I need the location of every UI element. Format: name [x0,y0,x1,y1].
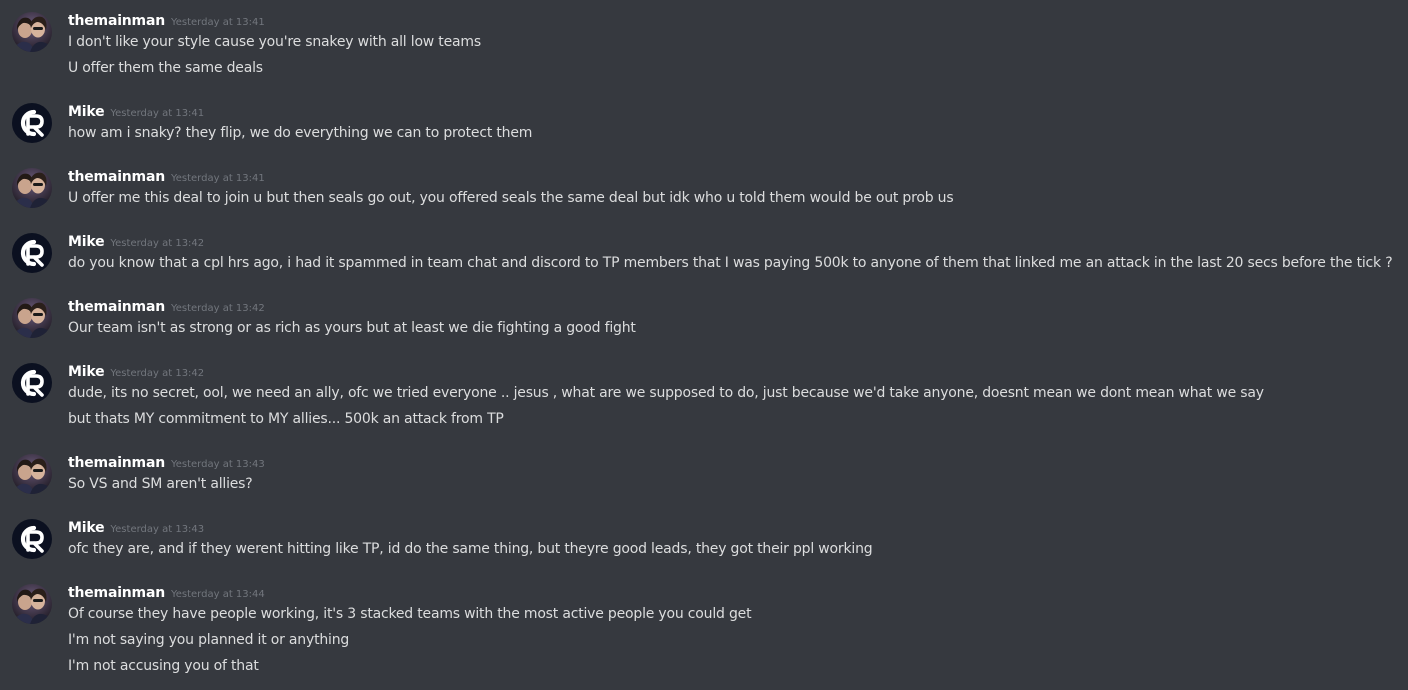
message-text: I'm not saying you planned it or anythin… [68,632,350,648]
username[interactable]: Mike [68,104,105,120]
message-text: ofc they are, and if they werent hitting… [68,541,873,557]
timestamp: Yesterday at 13:41 [110,108,205,119]
timestamp: Yesterday at 13:42 [110,368,205,379]
username[interactable]: themainman [68,585,165,601]
timestamp: Yesterday at 13:41 [170,173,265,184]
username[interactable]: themainman [68,455,165,471]
username[interactable]: themainman [68,299,165,315]
message-text: U offer them the same deals [68,60,263,76]
message-text: how am i snaky? they flip, we do everyth… [68,125,533,141]
user-avatar-icon[interactable] [12,584,52,624]
message-text: I'm not accusing you of that [68,658,259,674]
message-header: Mike Yesterday at 13:42 [68,361,204,381]
message-header: themainman Yesterday at 13:43 [68,452,265,472]
cr-logo-avatar-icon[interactable] [12,363,52,403]
message-text: do you know that a cpl hrs ago, i had it… [68,255,1393,271]
timestamp: Yesterday at 13:43 [110,524,205,535]
username[interactable]: Mike [68,520,105,536]
message-text: So VS and SM aren't allies? [68,476,253,492]
user-avatar-icon[interactable] [12,298,52,338]
timestamp: Yesterday at 13:44 [170,589,265,600]
timestamp: Yesterday at 13:42 [110,238,205,249]
user-avatar-icon[interactable] [12,454,52,494]
message-header: Mike Yesterday at 13:43 [68,517,204,537]
cr-logo-avatar-icon[interactable] [12,519,52,559]
user-avatar-icon[interactable] [12,12,52,52]
timestamp: Yesterday at 13:43 [170,459,265,470]
message-text: U offer me this deal to join u but then … [68,190,954,206]
message-text: dude, its no secret, ool, we need an all… [68,385,1264,401]
message-text: I don't like your style cause you're sna… [68,34,481,50]
message-header: Mike Yesterday at 13:42 [68,231,204,251]
cr-logo-avatar-icon[interactable] [12,103,52,143]
username[interactable]: Mike [68,234,105,250]
username[interactable]: themainman [68,13,165,29]
message-header: Mike Yesterday at 13:41 [68,101,204,121]
username[interactable]: themainman [68,169,165,185]
timestamp: Yesterday at 13:42 [170,303,265,314]
timestamp: Yesterday at 13:41 [170,17,265,28]
message-header: themainman Yesterday at 13:42 [68,296,265,316]
message-header: themainman Yesterday at 13:41 [68,166,265,186]
user-avatar-icon[interactable] [12,168,52,208]
message-header: themainman Yesterday at 13:41 [68,10,265,30]
chat-messages-pane: themainman Yesterday at 13:41 I don't like… [0,0,1408,690]
cr-logo-avatar-icon[interactable] [12,233,52,273]
message-text: Our team isn't as strong or as rich as y… [68,320,636,336]
message-text: but thats MY commitment to MY allies... … [68,411,504,427]
message-text: Of course they have people working, it's… [68,606,752,622]
username[interactable]: Mike [68,364,105,380]
message-header: themainman Yesterday at 13:44 [68,582,265,602]
